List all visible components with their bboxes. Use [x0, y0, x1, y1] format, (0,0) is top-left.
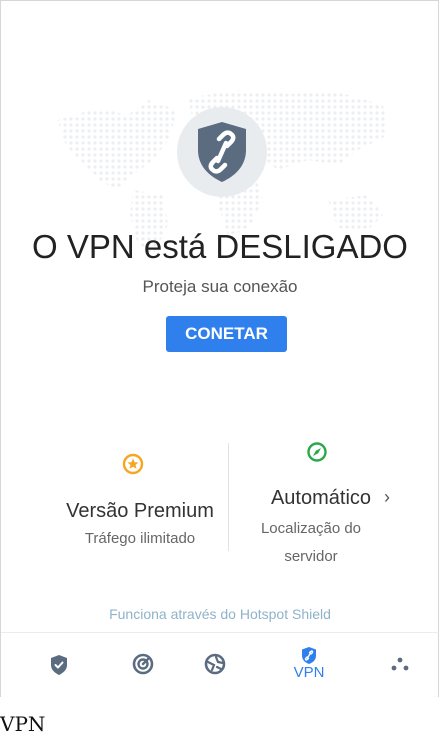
location-title: Automático	[270, 487, 372, 509]
nav-item-protection[interactable]	[39, 644, 79, 684]
star-badge-icon	[122, 453, 144, 475]
speed-icon	[132, 653, 154, 675]
chevron-right-icon: ›	[384, 487, 390, 507]
nav-item-vpn[interactable]: VPN	[287, 644, 331, 684]
more-dots-icon	[391, 657, 409, 671]
nav-item-vpn-label: VPN	[293, 664, 325, 681]
connect-button[interactable]: CONETAR	[166, 316, 287, 352]
powered-by-text: Funciona através do Hotspot Shield	[109, 606, 331, 622]
screen-caption: VPN	[0, 712, 46, 736]
vpn-status-subtitle: Proteja sua conexão	[142, 277, 298, 296]
column-divider	[228, 443, 229, 551]
nav-item-web[interactable]	[195, 644, 235, 684]
shield-check-icon	[51, 655, 67, 675]
web-icon	[204, 653, 226, 675]
nav-item-speed[interactable]	[123, 644, 163, 684]
vpn-shield-icon	[302, 647, 316, 664]
premium-title: Versão Premium	[66, 500, 214, 522]
bottom-nav-divider	[1, 632, 439, 633]
premium-subtitle: Tráfego ilimitado	[84, 530, 196, 547]
location-subtitle-line2: servidor	[284, 548, 338, 565]
location-subtitle: Localização do servidor	[236, 515, 386, 571]
nav-item-more[interactable]	[380, 644, 420, 684]
vpn-status-title: O VPN está DESLIGADO	[32, 228, 408, 265]
location-subtitle-line1: Localização do	[260, 520, 362, 537]
compass-icon	[307, 442, 327, 462]
vpn-shield-icon	[198, 122, 246, 182]
